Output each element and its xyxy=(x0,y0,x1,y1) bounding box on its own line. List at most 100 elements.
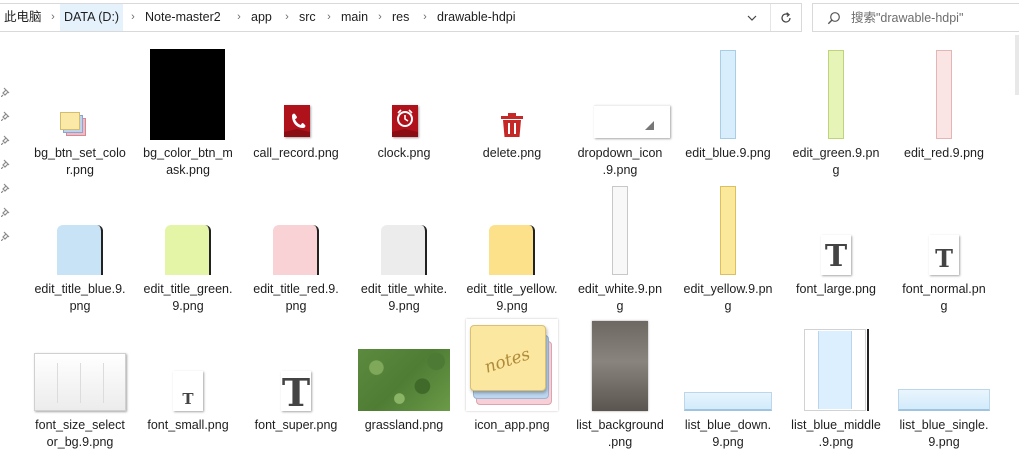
refresh-button[interactable] xyxy=(770,4,800,31)
dropdown-corner-tile xyxy=(594,105,670,138)
file-name-line: or_bg.9.png xyxy=(46,435,114,449)
breadcrumb-separator-icon[interactable]: › xyxy=(418,4,432,31)
notes-app-icon: notes xyxy=(458,307,566,411)
trash-icon xyxy=(501,113,523,137)
breadcrumb-this-pc[interactable]: 此电脑 xyxy=(0,4,46,31)
file-grid: bg_btn_set_colo r.png bg_color_btn_m ask… xyxy=(14,35,1019,460)
file-name-line: bg_color_btn_m xyxy=(143,146,233,160)
pin-icon[interactable] xyxy=(1,231,11,241)
address-dropdown-button[interactable] xyxy=(738,4,766,31)
file-name-line: edit_yellow.9.pn xyxy=(683,282,773,296)
font-T-glyph: T xyxy=(281,370,311,415)
strip-green-image xyxy=(782,35,890,139)
font-super-image: T xyxy=(242,307,350,413)
breadcrumb-src[interactable]: src xyxy=(295,4,320,31)
file-name-line: icon_app.png xyxy=(474,418,550,432)
file-name-line: font_super.png xyxy=(254,418,338,432)
title-red-image xyxy=(242,171,350,275)
file-name-line: edit_title_red.9. xyxy=(253,282,339,296)
pin-icon[interactable] xyxy=(1,87,11,97)
file-name-line: 9.png xyxy=(712,435,744,449)
file-name-line: call_record.png xyxy=(253,146,339,160)
file-name-line: font_small.png xyxy=(147,418,229,432)
file-name-line: bg_btn_set_colo xyxy=(34,146,126,160)
pin-icon[interactable] xyxy=(1,183,11,193)
phone-icon xyxy=(284,105,310,137)
font-T-glyph: T xyxy=(182,390,194,408)
file-name-line: list_blue_single. xyxy=(899,418,989,432)
file-name-line: list_background xyxy=(576,418,664,432)
trash-tile xyxy=(458,35,566,137)
corner-triangle-icon xyxy=(645,121,654,130)
title-green-image xyxy=(134,171,242,275)
file-name-line: .png xyxy=(607,435,633,449)
file-name-line: edit_red.9.png xyxy=(904,146,984,160)
strip-blue-image xyxy=(674,35,782,139)
strip-red-image xyxy=(890,35,998,139)
breadcrumb-note-master2[interactable]: Note-master2 xyxy=(141,4,225,31)
file-name-line: list_blue_down. xyxy=(684,418,772,432)
breadcrumb-app[interactable]: app xyxy=(247,4,276,31)
blue-middle-image xyxy=(782,307,890,411)
font-large-image: T xyxy=(782,171,890,275)
pin-icon[interactable] xyxy=(1,135,11,145)
font-T-glyph: T xyxy=(824,239,848,274)
navigation-pane-edge xyxy=(0,35,14,460)
file-name-line: edit_title_yellow. xyxy=(466,282,558,296)
file-name-line: .9.png xyxy=(818,435,854,449)
gray-gradient-image xyxy=(566,307,674,411)
black-mask-image xyxy=(134,35,242,140)
clock-tile xyxy=(350,35,458,137)
title-blue-image xyxy=(26,171,134,275)
pin-icon[interactable] xyxy=(1,159,11,169)
breadcrumb-separator-icon[interactable]: › xyxy=(46,4,60,31)
breadcrumb-data-drive[interactable]: DATA (D:) xyxy=(60,4,124,31)
strip-white-image xyxy=(566,171,674,275)
file-name-line: list_blue_middle xyxy=(791,418,881,432)
file-name-line: edit_title_blue.9. xyxy=(34,282,126,296)
search-box[interactable] xyxy=(812,3,1019,32)
file-name-line: grassland.png xyxy=(364,418,444,432)
file-name-line: font_normal.pn xyxy=(902,282,986,296)
file-name-line: edit_green.9.pn xyxy=(792,146,880,160)
file-name-line: font_large.png xyxy=(796,282,876,296)
breadcrumb-res[interactable]: res xyxy=(388,4,413,31)
breadcrumb-separator-icon[interactable]: › xyxy=(126,4,140,31)
address-bar[interactable]: 此电脑 › DATA (D:) › Note-master2 › app › s… xyxy=(0,3,802,32)
file-name-line: delete.png xyxy=(482,146,542,160)
title-white-image xyxy=(350,171,458,275)
pin-icon[interactable] xyxy=(1,207,11,217)
breadcrumb-drawable-hdpi[interactable]: drawable-hdpi xyxy=(433,4,520,31)
file-name-line: edit_blue.9.png xyxy=(685,146,771,160)
blue-bar-down-image xyxy=(674,307,782,411)
address-toolbar: 此电脑 › DATA (D:) › Note-master2 › app › s… xyxy=(0,0,1019,35)
breadcrumb-main[interactable]: main xyxy=(337,4,372,31)
font-normal-image: T xyxy=(890,171,998,275)
blue-bar-single-image xyxy=(890,307,998,411)
refresh-icon xyxy=(780,11,791,23)
clock-icon xyxy=(392,105,418,137)
breadcrumb-separator-icon[interactable]: › xyxy=(322,4,336,31)
file-name-line: 9.png xyxy=(928,435,960,449)
breadcrumb-separator-icon[interactable]: › xyxy=(232,4,246,31)
breadcrumb-separator-icon[interactable]: › xyxy=(373,4,387,31)
strip-yellow-image xyxy=(674,171,782,275)
font-T-glyph: T xyxy=(935,244,953,273)
title-yellow-image xyxy=(458,171,566,275)
file-name-line: edit_title_green. xyxy=(143,282,233,296)
stacked-cards-icon xyxy=(26,35,134,136)
font-small-image: T xyxy=(134,307,242,411)
file-name-line: font_size_select xyxy=(35,418,125,432)
file-name-line: dropdown_icon xyxy=(577,146,663,160)
grass-texture-image xyxy=(350,307,458,411)
file-name-line: edit_title_white. xyxy=(360,282,448,296)
pin-icon[interactable] xyxy=(1,111,11,121)
search-icon xyxy=(827,12,840,25)
search-input[interactable] xyxy=(851,8,1011,27)
chevron-down-icon xyxy=(747,15,757,21)
breadcrumb-separator-icon[interactable]: › xyxy=(280,4,294,31)
dropdown-corner-image xyxy=(566,35,674,138)
file-name-line: clock.png xyxy=(377,146,431,160)
file-name-line: edit_white.9.pn xyxy=(577,282,663,296)
vertical-scrollbar[interactable] xyxy=(1015,35,1019,95)
